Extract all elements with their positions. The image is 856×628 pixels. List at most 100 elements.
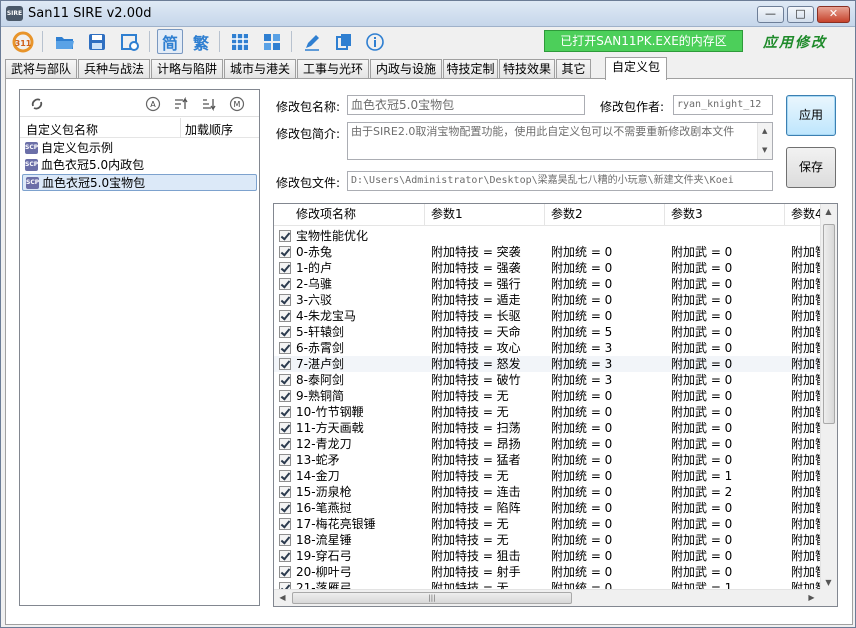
cell-p1[interactable]: 附加特技 = 无	[431, 468, 545, 484]
cell-p1[interactable]: 附加特技 = 猛者	[431, 452, 545, 468]
cell-name[interactable]: 20-柳叶弓	[296, 564, 425, 580]
cell-p1[interactable]: 附加特技 = 长驱	[431, 308, 545, 324]
cell-p1[interactable]	[431, 228, 545, 244]
cell-name[interactable]: 15-沥泉枪	[296, 484, 425, 500]
grid-horizontal-scrollbar[interactable]: ◀ ||| ▶	[274, 589, 820, 606]
simplified-chinese-button[interactable]: 简	[157, 29, 183, 54]
row-checkbox[interactable]	[279, 230, 291, 242]
cell-p4[interactable]: 附加智	[791, 484, 821, 500]
cell-p2[interactable]: 附加统 = 0	[551, 388, 665, 404]
cell-p2[interactable]: 附加统 = 0	[551, 436, 665, 452]
sort-az-icon[interactable]: A	[144, 95, 162, 113]
cell-p3[interactable]: 附加武 = 0	[671, 532, 785, 548]
column-param1[interactable]: 参数1	[425, 204, 545, 226]
cell-p3[interactable]: 附加武 = 0	[671, 356, 785, 372]
cell-p1[interactable]: 附加特技 = 连击	[431, 484, 545, 500]
column-param4[interactable]: 参数4	[785, 204, 825, 226]
cell-p3[interactable]: 附加武 = 0	[671, 516, 785, 532]
san11-logo-icon[interactable]: 311	[10, 29, 36, 54]
package-file-input[interactable]: D:\Users\Administrator\Desktop\梁嘉昊乱七八糟的小…	[347, 171, 773, 191]
cell-p3[interactable]: 附加武 = 0	[671, 276, 785, 292]
row-checkbox[interactable]	[279, 518, 291, 530]
cell-name[interactable]: 2-乌骓	[296, 276, 425, 292]
cell-p3[interactable]	[671, 228, 785, 244]
cell-p3[interactable]: 附加武 = 0	[671, 564, 785, 580]
grid-row[interactable]: 2-乌骓附加特技 = 强行附加统 = 0 附加武 = 0 附加智	[274, 276, 821, 292]
grid-row[interactable]: 7-湛卢剑附加特技 = 怒发附加统 = 3 附加武 = 0 附加智	[274, 356, 821, 372]
edit-pencil-icon[interactable]	[299, 29, 325, 54]
cell-p1[interactable]: 附加特技 = 无	[431, 532, 545, 548]
cell-p2[interactable]: 附加统 = 5	[551, 324, 665, 340]
cell-p4[interactable]: 附加智	[791, 468, 821, 484]
cell-p4[interactable]: 附加智	[791, 564, 821, 580]
sort-descending-icon[interactable]	[200, 95, 218, 113]
cell-name[interactable]: 1-的卢	[296, 260, 425, 276]
cell-p4[interactable]: 附加智	[791, 372, 821, 388]
cell-p3[interactable]: 附加武 = 0	[671, 436, 785, 452]
cell-p3[interactable]: 附加武 = 0	[671, 292, 785, 308]
cell-p2[interactable]: 附加统 = 0	[551, 548, 665, 564]
tab-schemes-traps[interactable]: 计略与陷阱	[151, 59, 223, 79]
cell-name[interactable]: 0-赤兔	[296, 244, 425, 260]
settings-gear-icon[interactable]	[117, 29, 143, 54]
grid-row[interactable]: 10-竹节钢鞭附加特技 = 无附加统 = 0 附加武 = 0 附加智	[274, 404, 821, 420]
cell-p1[interactable]: 附加特技 = 射手	[431, 564, 545, 580]
cell-p3[interactable]: 附加武 = 0	[671, 244, 785, 260]
cell-p3[interactable]: 附加武 = 2	[671, 484, 785, 500]
desc-scrollbar[interactable]: ▲ ▼	[757, 123, 772, 159]
cell-p1[interactable]: 附加特技 = 怒发	[431, 356, 545, 372]
cell-name[interactable]: 12-青龙刀	[296, 436, 425, 452]
cell-name[interactable]: 13-蛇矛	[296, 452, 425, 468]
cell-p2[interactable]: 附加统 = 0	[551, 484, 665, 500]
cell-p4[interactable]: 附加智	[791, 244, 821, 260]
refresh-icon[interactable]	[28, 95, 46, 113]
column-load-order[interactable]: 加载顺序	[185, 121, 233, 138]
cell-p4[interactable]: 附加智	[791, 388, 821, 404]
cell-name[interactable]: 16-笔燕挝	[296, 500, 425, 516]
cell-p2[interactable]: 附加统 = 0	[551, 564, 665, 580]
cell-name[interactable]: 18-流星锤	[296, 532, 425, 548]
package-desc-textarea[interactable]: 由于SIRE2.0取消宝物配置功能，使用此自定义包可以不需要重新修改剧本文件 ▲…	[347, 122, 773, 160]
cell-p4[interactable]: 附加智	[791, 500, 821, 516]
cell-name[interactable]: 7-湛卢剑	[296, 356, 425, 372]
save-button[interactable]: 保存	[786, 147, 836, 188]
tab-skill-effects[interactable]: 特技效果	[499, 59, 555, 79]
row-checkbox[interactable]	[279, 294, 291, 306]
row-checkbox[interactable]	[279, 438, 291, 450]
grid-row[interactable]: 0-赤兔附加特技 = 突袭附加统 = 0 附加武 = 0 附加智	[274, 244, 821, 260]
cell-name[interactable]: 17-梅花亮银锤	[296, 516, 425, 532]
cell-p2[interactable]: 附加统 = 0	[551, 404, 665, 420]
row-checkbox[interactable]	[279, 342, 291, 354]
cell-p2[interactable]: 附加统 = 0	[551, 532, 665, 548]
cell-p3[interactable]: 附加武 = 0	[671, 548, 785, 564]
row-checkbox[interactable]	[279, 486, 291, 498]
cell-p2[interactable]: 附加统 = 0	[551, 276, 665, 292]
cell-p4[interactable]: 附加智	[791, 516, 821, 532]
grid-row[interactable]: 9-熟铜简附加特技 = 无附加统 = 0 附加武 = 0 附加智	[274, 388, 821, 404]
cell-name[interactable]: 5-轩辕剑	[296, 324, 425, 340]
grid-row[interactable]: 16-笔燕挝附加特技 = 陷阵附加统 = 0 附加武 = 0 附加智	[274, 500, 821, 516]
grid-row[interactable]: 19-穿石弓附加特技 = 狙击附加统 = 0 附加武 = 0 附加智	[274, 548, 821, 564]
cell-p3[interactable]: 附加武 = 1	[671, 468, 785, 484]
cell-p3[interactable]: 附加武 = 0	[671, 308, 785, 324]
info-icon[interactable]	[362, 29, 388, 54]
cell-p4[interactable]: 附加智	[791, 404, 821, 420]
cell-p2[interactable]: 附加统 = 3	[551, 340, 665, 356]
cell-p1[interactable]: 附加特技 = 破竹	[431, 372, 545, 388]
cell-p2[interactable]: 附加统 = 0	[551, 452, 665, 468]
traditional-chinese-button[interactable]: 繁	[188, 29, 214, 54]
grid-row[interactable]: 20-柳叶弓附加特技 = 射手附加统 = 0 附加武 = 0 附加智	[274, 564, 821, 580]
cell-p4[interactable]: 附加智	[791, 532, 821, 548]
grid-vertical-scrollbar[interactable]: ▲ ▼	[820, 204, 837, 590]
minimize-button[interactable]: —	[757, 6, 784, 23]
tab-generals-units[interactable]: 武将与部队	[5, 59, 77, 79]
title-bar[interactable]: SIRE San11 SIRE v2.00d — □ ✕	[1, 1, 855, 27]
cell-name[interactable]: 3-六驳	[296, 292, 425, 308]
grid-row[interactable]: 12-青龙刀附加特技 = 昂扬附加统 = 0 附加武 = 0 附加智	[274, 436, 821, 452]
horizontal-scroll-thumb[interactable]: |||	[292, 592, 572, 604]
cell-p2[interactable]: 附加统 = 0	[551, 292, 665, 308]
cell-p1[interactable]: 附加特技 = 昂扬	[431, 436, 545, 452]
tab-domestic-facilities[interactable]: 内政与设施	[370, 59, 442, 79]
sort-m-icon[interactable]: M	[228, 95, 246, 113]
cell-p2[interactable]: 附加统 = 0	[551, 420, 665, 436]
